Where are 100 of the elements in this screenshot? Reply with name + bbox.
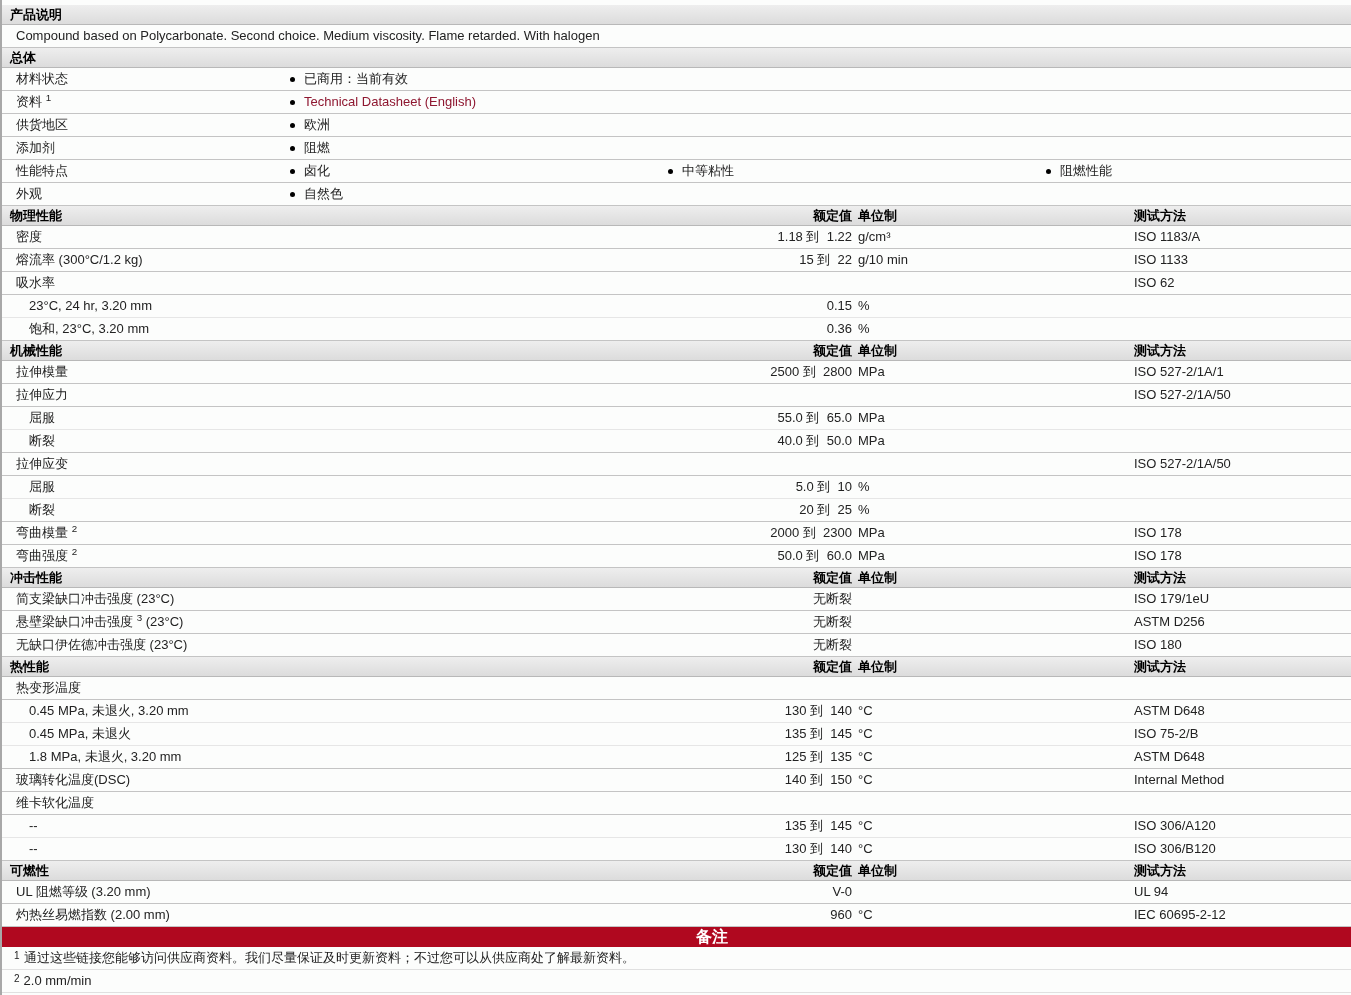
column-heading: 额定值 [812, 568, 852, 587]
property-value: 140 到 150 [784, 772, 852, 788]
property-label: 拉伸应力 [16, 387, 68, 403]
property-label: 屈服 [29, 410, 55, 426]
unit-text: % [858, 502, 870, 518]
property-label: 灼热丝易燃指数 (2.00 mm) [16, 907, 170, 923]
property-value: 0.15 [826, 298, 852, 314]
test-method: ISO 527-2/1A/50 [1134, 456, 1231, 472]
property-label: 饱和, 23°C, 3.20 mm [29, 321, 150, 337]
property-label: 性能特点 [16, 163, 68, 179]
footnote-mark: 2 [14, 972, 20, 986]
column-heading: 测试方法 [1134, 861, 1187, 880]
property-label: 添加剂 [16, 140, 55, 156]
property-value: 2500 到 2800 [770, 364, 852, 380]
column-heading: 额定值 [812, 206, 852, 225]
test-method: ISO 75-2/B [1134, 726, 1199, 742]
test-method: ISO 179/1eU [1134, 591, 1210, 607]
test-method: ISO 180 [1134, 637, 1182, 653]
column-heading: 单位制 [857, 861, 898, 880]
section-title: 热性能 [9, 657, 50, 676]
datasheet-link[interactable]: Technical Datasheet (English) [304, 92, 476, 112]
property-value: 15 到 22 [799, 252, 852, 268]
section-title: 机械性能 [8, 341, 63, 360]
unit-text: % [858, 321, 870, 337]
unit-text: °C [858, 818, 873, 834]
column-heading: 额定值 [812, 861, 852, 880]
property-value: 960 [830, 907, 852, 923]
test-method: ISO 306/A120 [1134, 818, 1216, 834]
test-method: ISO 1133 [1134, 252, 1188, 268]
unit-text: °C [858, 772, 873, 788]
property-label: 屈服 [29, 479, 55, 495]
test-method: ISO 178 [1134, 525, 1182, 541]
column-heading: 测试方法 [1134, 341, 1187, 360]
column-heading: 额定值 [812, 657, 852, 676]
property-value: 无断裂 [813, 591, 852, 607]
property-label: 资料 $^{1}$ [16, 94, 52, 110]
property-value: 40.0 到 50.0 [777, 433, 852, 449]
property-value: 已商用：当前有效 [304, 70, 408, 89]
footnote-mark: 1 [14, 949, 20, 963]
property-label: 0.45 MPa, 未退火, 3.20 mm [29, 703, 189, 719]
property-label: 热变形温度 [16, 680, 81, 696]
footnote-text: 2.0 mm/min [23, 972, 92, 991]
property-value: 1.18 到 1.22 [777, 229, 852, 245]
property-label: 密度 [16, 229, 42, 245]
property-label: 熔流率 (300°C/1.2 kg) [16, 252, 143, 268]
property-value: 中等粘性 [682, 162, 734, 181]
test-method: Internal Method [1134, 772, 1225, 788]
property-label: 吸水率 [16, 275, 55, 291]
unit-text: MPa [858, 364, 885, 380]
bullet-icon [290, 76, 295, 82]
property-label: 1.8 MPa, 未退火, 3.20 mm [29, 749, 182, 765]
unit-text: °C [858, 749, 873, 765]
property-label: 断裂 [29, 502, 55, 518]
property-value: 卤化 [304, 162, 330, 181]
property-label: 拉伸应变 [16, 456, 68, 472]
property-value: 20 到 25 [799, 502, 852, 518]
property-value: V-0 [832, 884, 852, 900]
test-method: ISO 178 [1134, 548, 1182, 564]
property-label: 弯曲模量 $^{2}$ [16, 525, 78, 541]
property-value: 55.0 到 65.0 [777, 410, 852, 426]
test-method: IEC 60695-2-12 [1134, 907, 1226, 923]
property-label: UL 阻燃等级 (3.20 mm) [16, 884, 151, 900]
test-method: UL 94 [1134, 884, 1169, 900]
description-text: Compound based on Polycarbonate. Second choice. Medium viscosity. Flame retarded. With halogen [16, 27, 600, 46]
property-value: 135 到 145 [784, 818, 852, 834]
column-heading: 测试方法 [1134, 568, 1187, 587]
unit-text: % [858, 298, 870, 314]
bullet-icon [290, 99, 295, 105]
property-label: 无缺口伊佐德冲击强度 (23°C) [16, 637, 188, 653]
unit-text: MPa [858, 548, 885, 564]
section-title: 冲击性能 [9, 568, 63, 587]
property-value: 2000 到 2300 [770, 525, 852, 541]
bullet-icon [290, 191, 295, 197]
bullet-icon [290, 122, 295, 128]
property-label: 外观 [16, 186, 42, 202]
unit-text: MPa [858, 525, 885, 541]
test-method: ASTM D648 [1134, 749, 1205, 765]
property-value: 130 到 140 [784, 703, 852, 719]
test-method: ASTM D256 [1134, 614, 1205, 630]
property-label: 玻璃转化温度(DSC) [16, 772, 131, 788]
property-value: 阻燃性能 [1060, 162, 1112, 181]
unit-text: % [858, 479, 870, 495]
bullet-icon [668, 168, 673, 174]
unit-text: °C [858, 703, 873, 719]
test-method: ASTM D648 [1134, 703, 1205, 719]
property-value: 50.0 到 60.0 [777, 548, 852, 564]
property-label: 简支梁缺口冲击强度 (23°C) [16, 591, 175, 607]
property-label: 维卡软化温度 [16, 795, 94, 811]
unit-text: g/10 min [858, 252, 908, 268]
property-value: 0.36 [826, 321, 852, 337]
test-method: ISO 527-2/1A/50 [1134, 387, 1231, 403]
property-value: 无断裂 [813, 637, 852, 653]
section-title: 总体 [8, 48, 37, 67]
property-label: -- [29, 841, 38, 857]
property-label: 拉伸模量 [16, 364, 68, 380]
property-value: 125 到 135 [784, 749, 852, 765]
notes-title: 备注 [695, 927, 728, 947]
column-heading: 单位制 [857, 568, 898, 587]
unit-text: g/cm³ [858, 229, 891, 245]
section-title: 物理性能 [9, 206, 63, 225]
